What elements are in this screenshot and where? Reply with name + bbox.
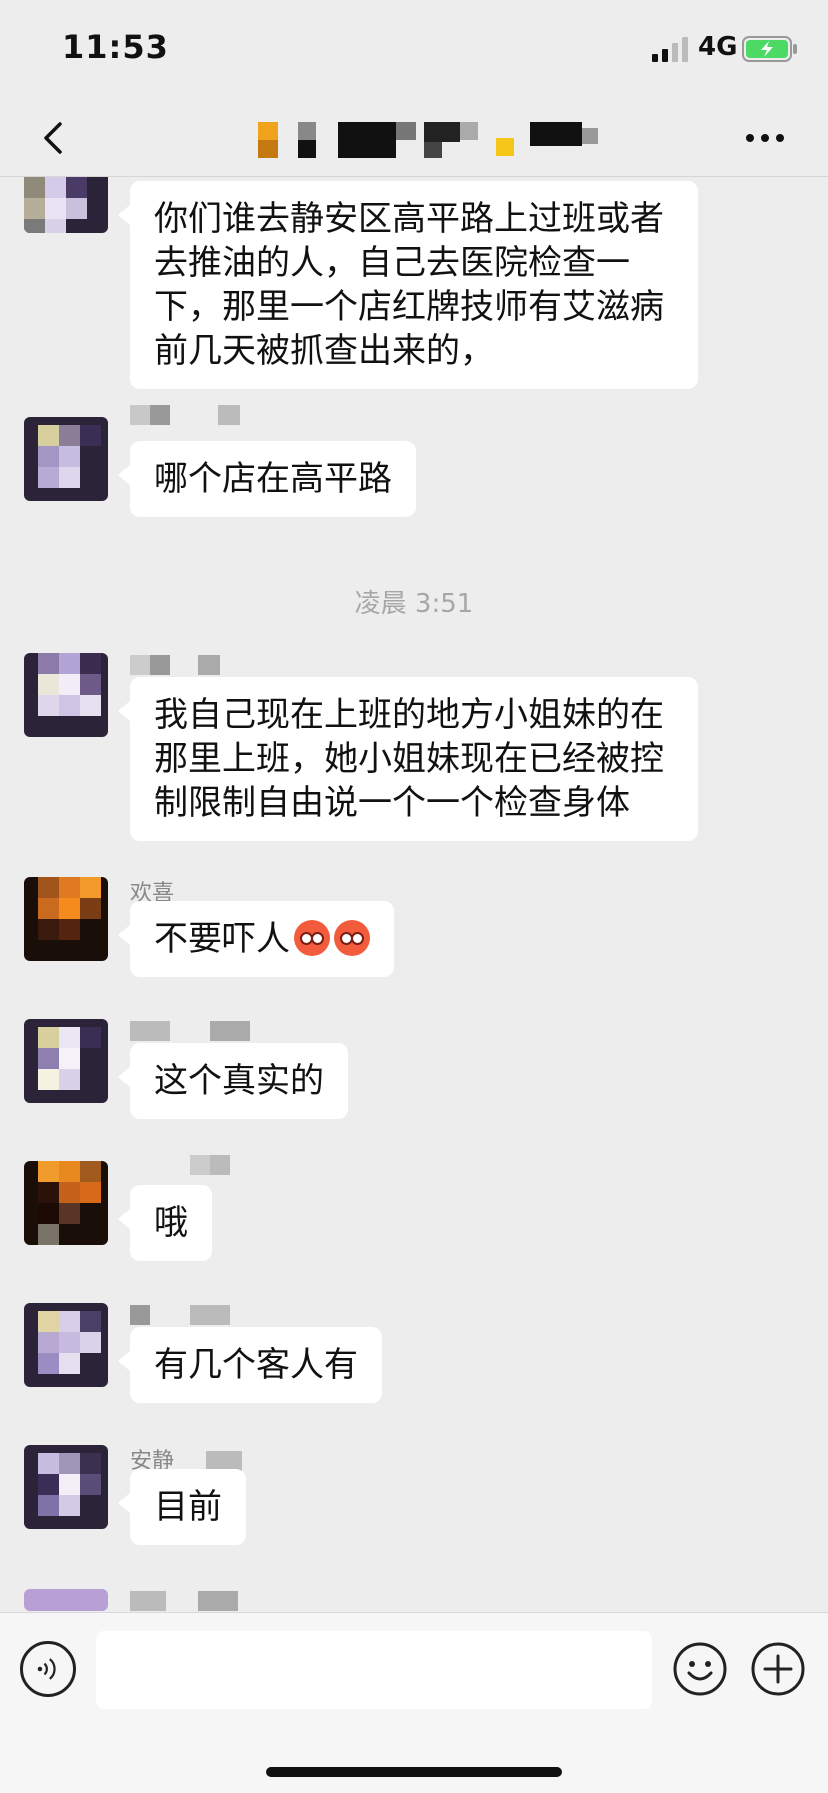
message-list[interactable]: 你们谁去静安区高平路上过班或者去推油的人，自己去医院检查一下，那里一个店红牌技师… (0, 177, 828, 1611)
message-bubble[interactable]: 哪个店在高平路 (118, 441, 416, 517)
message-bubble[interactable]: 目前 (118, 1469, 246, 1545)
message-bubble[interactable]: 不要吓人 (118, 901, 394, 977)
chat-nav-bar (0, 100, 828, 177)
avatar[interactable] (24, 1019, 108, 1103)
message-bubble[interactable]: 我自己现在上班的地方小姐妹的在那里上班，她小姐妹现在已经被控制限制自由说一个一个… (118, 677, 698, 841)
avatar[interactable] (24, 1161, 108, 1245)
signal-icon (652, 37, 688, 62)
avatar[interactable] (24, 1589, 108, 1611)
flushed-face-icon (294, 920, 330, 956)
time-divider: 凌晨 3:51 (354, 589, 474, 619)
avatar[interactable] (24, 177, 108, 233)
plus-icon[interactable] (750, 1641, 806, 1697)
message-bubble[interactable]: 哦 (118, 1185, 212, 1261)
smiley-icon[interactable] (672, 1641, 728, 1697)
battery-icon (742, 36, 797, 62)
avatar[interactable] (24, 1303, 108, 1387)
status-time: 11:53 (62, 28, 169, 66)
chat-title-pixelated (258, 122, 598, 158)
message-bubble[interactable]: 这个真实的 (118, 1043, 348, 1119)
avatar[interactable] (24, 877, 108, 961)
avatar[interactable] (24, 653, 108, 737)
voice-icon[interactable] (20, 1641, 76, 1697)
home-indicator (266, 1767, 562, 1777)
status-bar: 11:53 4G (0, 0, 828, 100)
message-input[interactable] (96, 1631, 652, 1709)
avatar[interactable] (24, 1445, 108, 1529)
flushed-face-icon (334, 920, 370, 956)
back-button[interactable] (32, 110, 82, 166)
message-bubble[interactable]: 有几个客人有 (118, 1327, 382, 1403)
network-label: 4G (698, 32, 738, 62)
avatar[interactable] (24, 417, 108, 501)
more-options-button[interactable] (740, 118, 790, 158)
message-bubble[interactable]: 你们谁去静安区高平路上过班或者去推油的人，自己去医院检查一下，那里一个店红牌技师… (118, 181, 698, 389)
chat-input-bar (0, 1612, 828, 1793)
